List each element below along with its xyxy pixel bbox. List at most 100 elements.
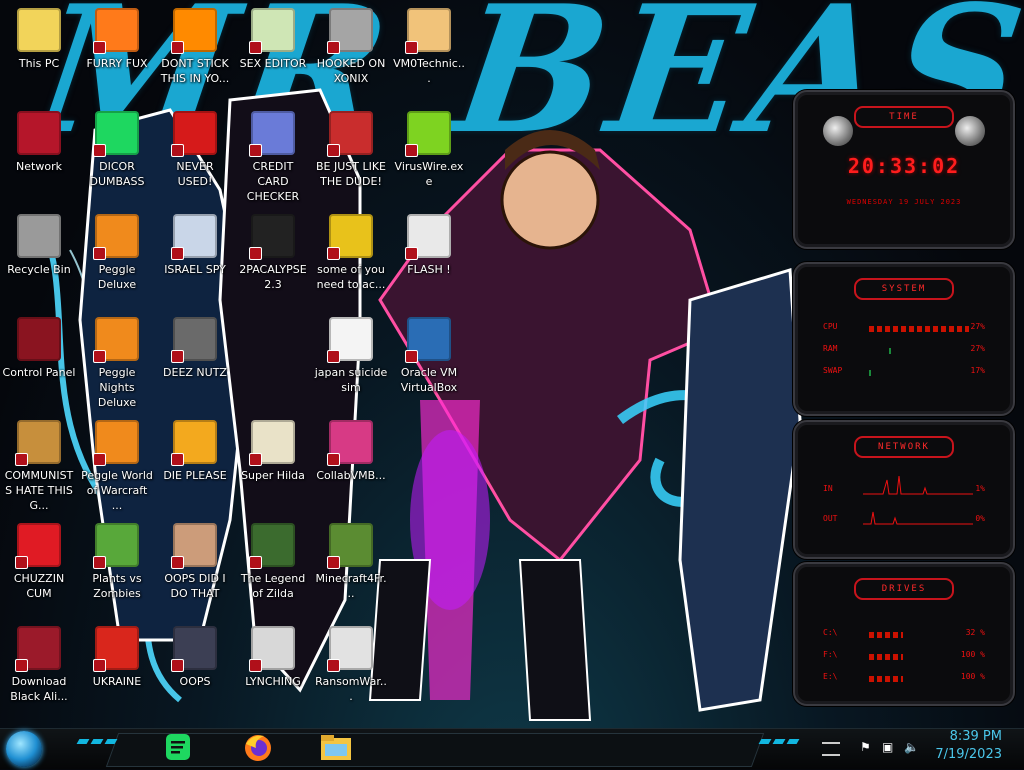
desktop-icon[interactable]: 2PACALYPSE 2.3	[234, 210, 312, 306]
desktop-icon-label: Recycle Bin	[7, 263, 71, 276]
net-in-graph	[863, 475, 973, 495]
taskbar-decoration	[786, 739, 800, 744]
desktop-icon[interactable]: ISRAEL SPY	[156, 210, 234, 306]
drive-row: E:\ 100 %	[823, 672, 985, 686]
desktop-icon[interactable]: Plants vs Zombies	[78, 519, 156, 615]
desktop-icon[interactable]: Peggle World of Warcraft ...	[78, 416, 156, 512]
clock-time: 8:39 PM	[949, 729, 1002, 744]
desktop-icon[interactable]: Super Hilda	[234, 416, 312, 512]
shortcut-badge-icon	[327, 41, 340, 54]
desktop-icon[interactable]: japan suicide sim	[312, 313, 390, 409]
peggle-icon	[93, 420, 139, 466]
desktop-icon-label: Download Black Ali...	[10, 675, 68, 703]
row-value: 100 %	[960, 672, 985, 681]
desktop-icon-label: OOPS	[179, 675, 211, 688]
desktop-icon[interactable]: CollabVMB...	[312, 416, 390, 512]
shortcut-badge-icon	[93, 41, 106, 54]
start-button[interactable]	[6, 731, 42, 767]
desktop-icon[interactable]: Download Black Ali...	[0, 622, 78, 718]
desktop-icon[interactable]: DICOR DUMBASS	[78, 107, 156, 203]
desktop-icon-label: DIE PLEASE	[163, 469, 227, 482]
desktop-icon[interactable]: Control Panel	[0, 313, 78, 409]
row-value: 1%	[975, 484, 985, 493]
desktop-icon-label: This PC	[18, 57, 60, 70]
system-gadget[interactable]: SYSTEM CPU 27% RAM 27% SWAP 17%	[793, 262, 1015, 416]
desktop-icon-label: Peggle Nights Deluxe	[97, 366, 137, 409]
row-key: SWAP	[823, 366, 843, 375]
desktop-icon-label: japan suicide sim	[314, 366, 388, 394]
flash-icon	[405, 214, 451, 260]
row-value: 0%	[975, 514, 985, 523]
time-gadget[interactable]: TIME 20:33:02 WEDNESDAY 19 JULY 2023	[793, 90, 1015, 249]
desktop-icon[interactable]: FLASH !	[390, 210, 468, 306]
desktop-icon[interactable]: OOPS DID I DO THAT	[156, 519, 234, 615]
shortcut-badge-icon	[171, 41, 184, 54]
desktop-icon[interactable]: VirusWire.exe	[390, 107, 468, 203]
shortcut-badge-icon	[15, 659, 28, 672]
desktop-icon[interactable]: UKRAINE	[78, 622, 156, 718]
network-gadget[interactable]: NETWORK IN 1% OUT 0%	[793, 420, 1015, 559]
console-icon	[249, 214, 295, 260]
desktop-icon[interactable]: Peggle Nights Deluxe	[78, 313, 156, 409]
row-key: CPU	[823, 322, 838, 331]
desktop-icon[interactable]: DIE PLEASE	[156, 416, 234, 512]
desktop-icon[interactable]: HOOKED ON XONIX	[312, 4, 390, 100]
desktop-icon-label: DONT STICK THIS IN YO...	[160, 57, 230, 85]
row-key: RAM	[823, 344, 838, 353]
desktop-icon[interactable]: some of you need to ac...	[312, 210, 390, 306]
gadget-title: NETWORK	[854, 436, 954, 458]
desktop-icon[interactable]: DEEZ NUTZ	[156, 313, 234, 409]
desktop-icon[interactable]: Minecraft4Fr...	[312, 519, 390, 615]
desktop-icon[interactable]: OOPS	[156, 622, 234, 718]
row-key: IN	[823, 484, 833, 493]
desktop-icon[interactable]: VM0Technic...	[390, 4, 468, 100]
shortcut-badge-icon	[171, 350, 184, 363]
desktop-icon-label: COMMUNISTS HATE THIS G...	[4, 469, 74, 512]
desktop-icon[interactable]: The Legend of Zilda	[234, 519, 312, 615]
this-pc-icon	[17, 8, 61, 52]
firefox-icon	[93, 8, 139, 54]
desktop-icon[interactable]: DONT STICK THIS IN YO...	[156, 4, 234, 100]
alien-icon	[823, 116, 853, 146]
taskbar-app-file-explorer[interactable]	[316, 730, 356, 766]
shortcut-badge-icon	[249, 453, 262, 466]
desktop-icon[interactable]: Network	[0, 107, 78, 203]
taskbar-clock[interactable]: 8:39 PM 7/19/2023	[935, 728, 1002, 764]
document-icon	[327, 317, 373, 363]
desktop-icon[interactable]: Oracle VM VirtualBox	[390, 313, 468, 409]
network-tray-icon[interactable]: ▣	[882, 740, 896, 754]
alien-icon	[955, 116, 985, 146]
shortcut-badge-icon	[249, 144, 262, 157]
devcpp-icon	[171, 111, 217, 157]
desktop-icon[interactable]: COMMUNISTS HATE THIS G...	[0, 416, 78, 512]
desktop-icon-label: Network	[16, 160, 62, 173]
desktop-icon[interactable]: This PC	[0, 4, 78, 100]
desktop-icon[interactable]: CREDIT CARD CHECKER	[234, 107, 312, 203]
desktop-icon[interactable]: CHUZZIN CUM	[0, 519, 78, 615]
drive-row: C:\ 32 %	[823, 628, 985, 642]
desktop-icon[interactable]: RansomWar...	[312, 622, 390, 718]
taskbar-app-spotify[interactable]	[158, 730, 198, 766]
shortcut-badge-icon	[93, 144, 106, 157]
chuzzle-icon	[15, 523, 61, 569]
drives-gadget[interactable]: DRIVES C:\ 32 % F:\ 100 % E:\ 100 %	[793, 562, 1015, 706]
taskbar-app-firefox[interactable]	[238, 730, 278, 766]
desktop-icon[interactable]: Recycle Bin	[0, 210, 78, 306]
desktop-icon[interactable]: FURRY FUX	[78, 4, 156, 100]
desktop-icon[interactable]: NEVER USED!	[156, 107, 234, 203]
desktop-icon-label: ISRAEL SPY	[164, 263, 226, 276]
desktop-icon[interactable]: Peggle Deluxe	[78, 210, 156, 306]
desktop-icon[interactable]: LYNCHING	[234, 622, 312, 718]
volume-icon[interactable]: 🔈	[904, 740, 919, 754]
taskbar-decoration	[758, 739, 772, 744]
shortcut-badge-icon	[171, 144, 184, 157]
spy-icon	[171, 214, 217, 260]
tray-lines-icon[interactable]	[822, 742, 840, 756]
action-center-flag-icon[interactable]: ⚑	[860, 740, 874, 754]
desktop-icon[interactable]: SEX EDITOR	[234, 4, 312, 100]
shortcut-badge-icon	[93, 350, 106, 363]
row-value: 27%	[970, 322, 985, 331]
network-icon	[17, 111, 61, 155]
desktop-icon-label: Oracle VM VirtualBox	[400, 366, 458, 394]
desktop-icon[interactable]: BE JUST LIKE THE DUDE!	[312, 107, 390, 203]
